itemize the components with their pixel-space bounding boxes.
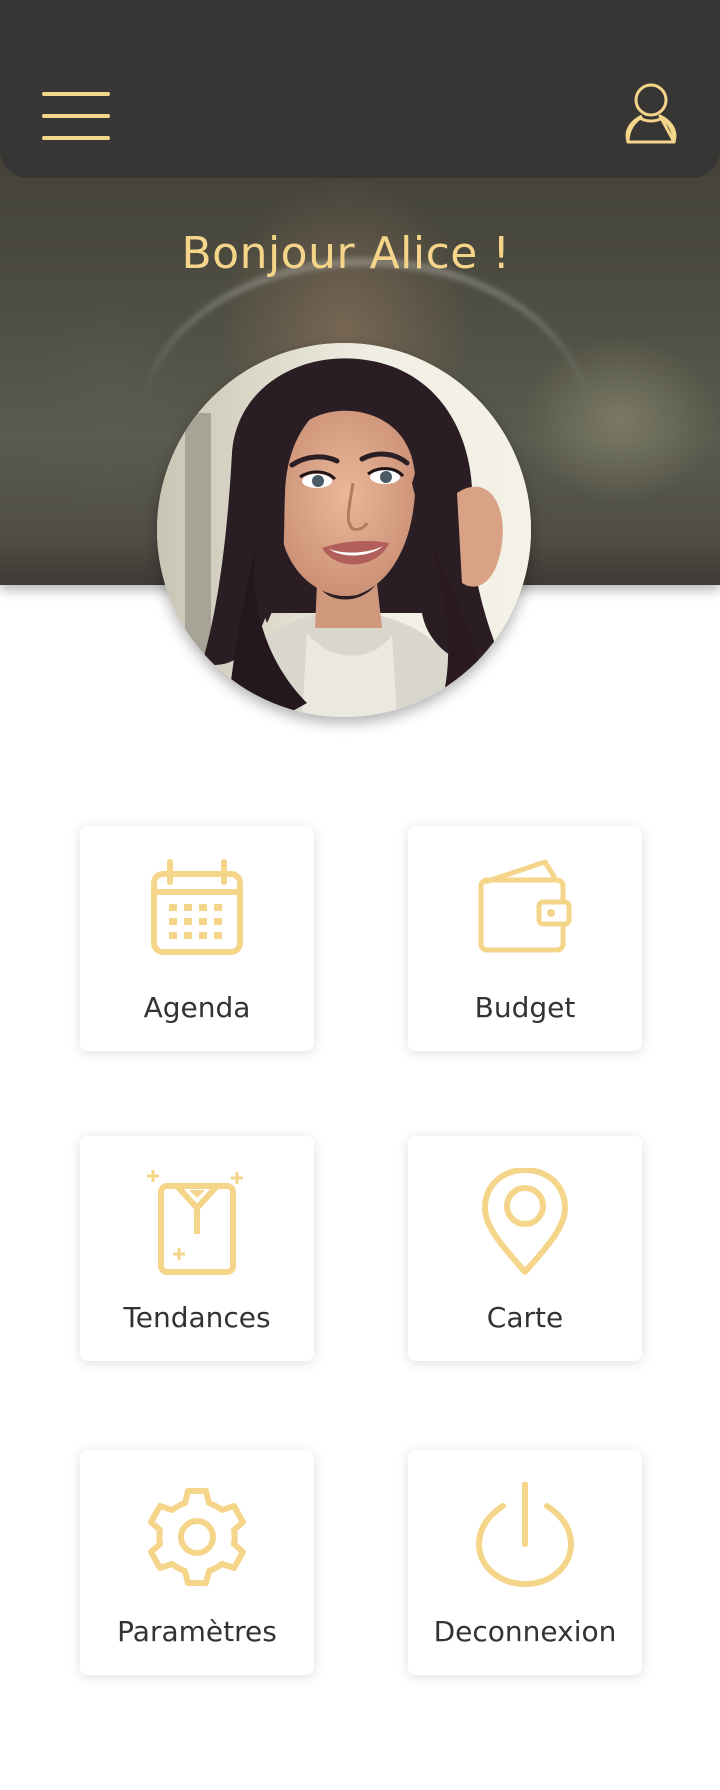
tile-budget-label: Budget: [474, 991, 576, 1024]
tile-parametres-label: Paramètres: [117, 1615, 277, 1648]
tile-budget[interactable]: Budget: [408, 826, 642, 1051]
shirt-trends-icon: [147, 1170, 243, 1275]
tile-deconnexion[interactable]: Deconnexion: [408, 1450, 642, 1675]
gear-icon: [148, 1488, 246, 1586]
wallet-icon: [478, 859, 572, 953]
tile-parametres[interactable]: Paramètres: [80, 1450, 314, 1675]
tile-agenda-label: Agenda: [143, 991, 251, 1024]
calendar-icon: [151, 859, 243, 955]
map-pin-icon: [482, 1168, 568, 1275]
top-bar: [0, 0, 720, 178]
tile-agenda[interactable]: Agenda: [80, 826, 314, 1051]
avatar[interactable]: [157, 343, 531, 717]
power-icon: [475, 1482, 575, 1588]
home-screen: Bonjour Alice ! Agenda Budget Tendances …: [0, 0, 720, 1790]
greeting-title: Bonjour Alice !: [181, 228, 511, 279]
tile-tendances[interactable]: Tendances: [80, 1136, 314, 1361]
profile-button[interactable]: [622, 82, 680, 146]
menu-button[interactable]: [42, 90, 112, 142]
user-profile-icon: [625, 83, 677, 144]
tile-deconnexion-label: Deconnexion: [433, 1615, 617, 1648]
tile-tendances-label: Tendances: [123, 1301, 271, 1334]
tile-carte[interactable]: Carte: [408, 1136, 642, 1361]
tile-carte-label: Carte: [486, 1301, 564, 1334]
avatar-photo: [157, 343, 531, 717]
hamburger-menu-icon: [42, 92, 110, 96]
